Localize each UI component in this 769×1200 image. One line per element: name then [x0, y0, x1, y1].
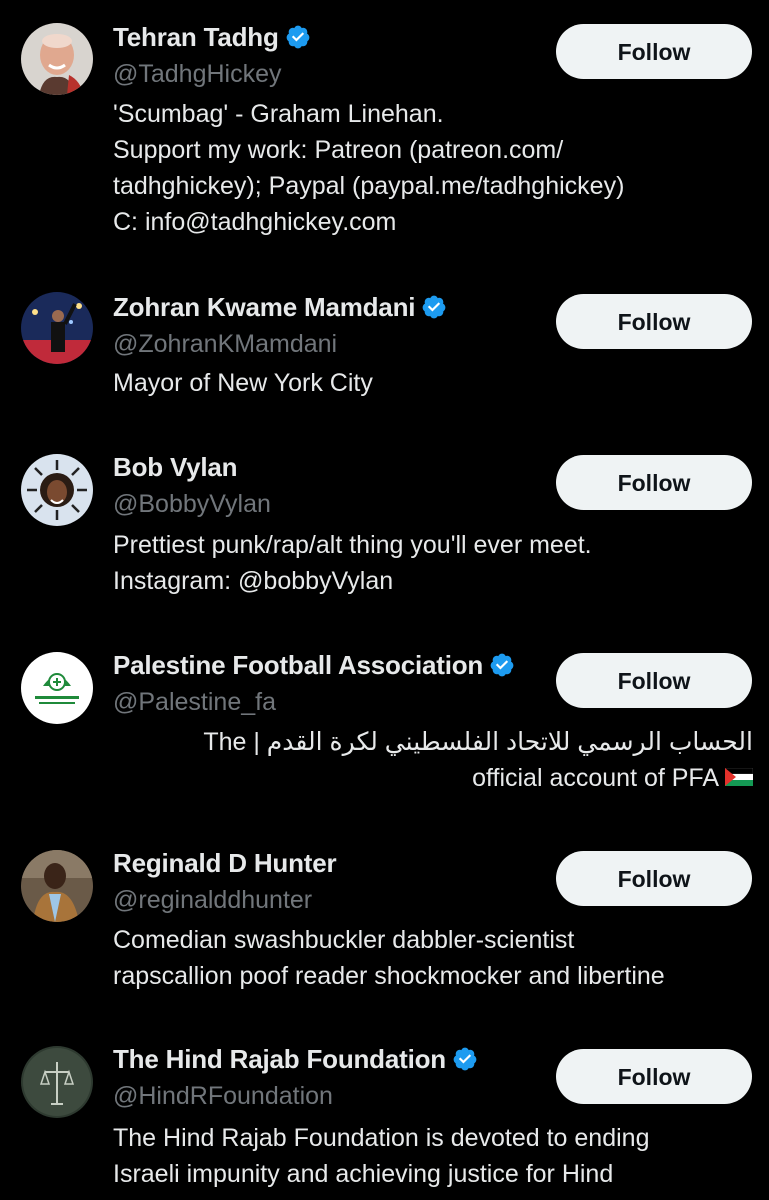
user-cell[interactable]: The Hind Rajab Foundation @HindRFoundati… [0, 1030, 769, 1200]
user-info: Reginald D Hunter @reginalddhunter [113, 843, 543, 917]
palestine-flag-icon [725, 768, 753, 787]
user-info: Palestine Football Association @Palestin… [113, 645, 543, 719]
user-handle[interactable]: @reginalddhunter [113, 883, 543, 917]
follow-button[interactable]: Follow [556, 1049, 752, 1104]
who-to-follow-list: Tehran Tadhg @TadhgHickey 'Scumbag' - Gr… [0, 0, 769, 1200]
user-handle[interactable]: @ZohranKMamdani [113, 327, 543, 361]
name-line: Reginald D Hunter [113, 843, 543, 883]
user-cell[interactable]: Reginald D Hunter @reginalddhunter Comed… [0, 834, 769, 1030]
bio-line: The Hind Rajab Foundation is devoted to … [113, 1124, 650, 1152]
user-cell[interactable]: Tehran Tadhg @TadhgHickey 'Scumbag' - Gr… [0, 0, 769, 270]
avatar[interactable] [21, 652, 93, 724]
follow-button[interactable]: Follow [556, 24, 752, 79]
user-info: Bob Vylan @BobbyVylan [113, 447, 543, 521]
follow-button[interactable]: Follow [556, 294, 752, 349]
follow-button[interactable]: Follow [556, 851, 752, 906]
follow-button[interactable]: Follow [556, 653, 752, 708]
user-bio: 'Scumbag' - Graham Linehan. Support my w… [113, 96, 753, 240]
user-bio: Comedian swashbuckler dabbler-scientist … [113, 922, 753, 994]
bio-line[interactable]: Instagram: @bobbyVylan [113, 563, 753, 599]
avatar[interactable] [21, 1046, 93, 1118]
bio-line-with-flag: official account of PFA [113, 760, 753, 796]
display-name[interactable]: Palestine Football Association [113, 650, 483, 681]
bio-line: الحساب الرسمي للاتحاد الفلسطيني لكرة الق… [203, 728, 753, 756]
bio-line: Prettiest punk/rap/alt thing you'll ever… [113, 531, 592, 559]
bio-line[interactable]: C: info@tadhghickey.com [113, 204, 753, 240]
verified-badge-icon [490, 653, 514, 677]
bio-line: official account of PFA [472, 764, 719, 792]
verified-badge-icon [422, 295, 446, 319]
user-handle[interactable]: @BobbyVylan [113, 487, 543, 521]
name-line: Palestine Football Association [113, 645, 543, 685]
user-cell[interactable]: Zohran Kwame Mamdani @ZohranKMamdani May… [0, 270, 769, 440]
name-line: The Hind Rajab Foundation [113, 1039, 543, 1079]
bio-line: Mayor of New York City [113, 369, 373, 397]
user-bio: The Hind Rajab Foundation is devoted to … [113, 1120, 753, 1192]
verified-badge-icon [453, 1047, 477, 1071]
bio-line: Israeli impunity and achieving justice f… [113, 1160, 614, 1188]
user-handle[interactable]: @TadhgHickey [113, 57, 543, 91]
avatar[interactable] [21, 292, 93, 364]
bio-line: rapscallion poof reader shockmocker and … [113, 962, 665, 990]
verified-badge-icon [286, 25, 310, 49]
user-info: The Hind Rajab Foundation @HindRFoundati… [113, 1039, 543, 1113]
user-info: Tehran Tadhg @TadhgHickey [113, 17, 543, 91]
bio-line[interactable]: tadhghickey); Paypal (paypal.me/tadhghic… [113, 168, 753, 204]
user-bio: الحساب الرسمي للاتحاد الفلسطيني لكرة الق… [113, 724, 753, 796]
user-info: Zohran Kwame Mamdani @ZohranKMamdani [113, 287, 543, 361]
bio-line: Comedian swashbuckler dabbler-scientist [113, 926, 575, 954]
bio-line[interactable]: Support my work: Patreon (patreon.com/ [113, 132, 753, 168]
user-cell[interactable]: Bob Vylan @BobbyVylan Prettiest punk/rap… [0, 440, 769, 636]
name-line: Zohran Kwame Mamdani [113, 287, 543, 327]
avatar[interactable] [21, 23, 93, 95]
user-handle[interactable]: @Palestine_fa [113, 685, 543, 719]
user-cell[interactable]: Palestine Football Association @Palestin… [0, 636, 769, 834]
user-handle[interactable]: @HindRFoundation [113, 1079, 543, 1113]
user-bio: Prettiest punk/rap/alt thing you'll ever… [113, 527, 753, 599]
follow-button[interactable]: Follow [556, 455, 752, 510]
avatar[interactable] [21, 454, 93, 526]
display-name[interactable]: The Hind Rajab Foundation [113, 1044, 446, 1075]
name-line: Tehran Tadhg [113, 17, 543, 57]
user-bio: Mayor of New York City [113, 365, 753, 401]
bio-line: 'Scumbag' - Graham Linehan. [113, 100, 444, 128]
display-name[interactable]: Tehran Tadhg [113, 22, 279, 53]
display-name[interactable]: Bob Vylan [113, 452, 238, 483]
name-line: Bob Vylan [113, 447, 543, 487]
display-name[interactable]: Reginald D Hunter [113, 848, 337, 879]
avatar[interactable] [21, 850, 93, 922]
display-name[interactable]: Zohran Kwame Mamdani [113, 292, 415, 323]
